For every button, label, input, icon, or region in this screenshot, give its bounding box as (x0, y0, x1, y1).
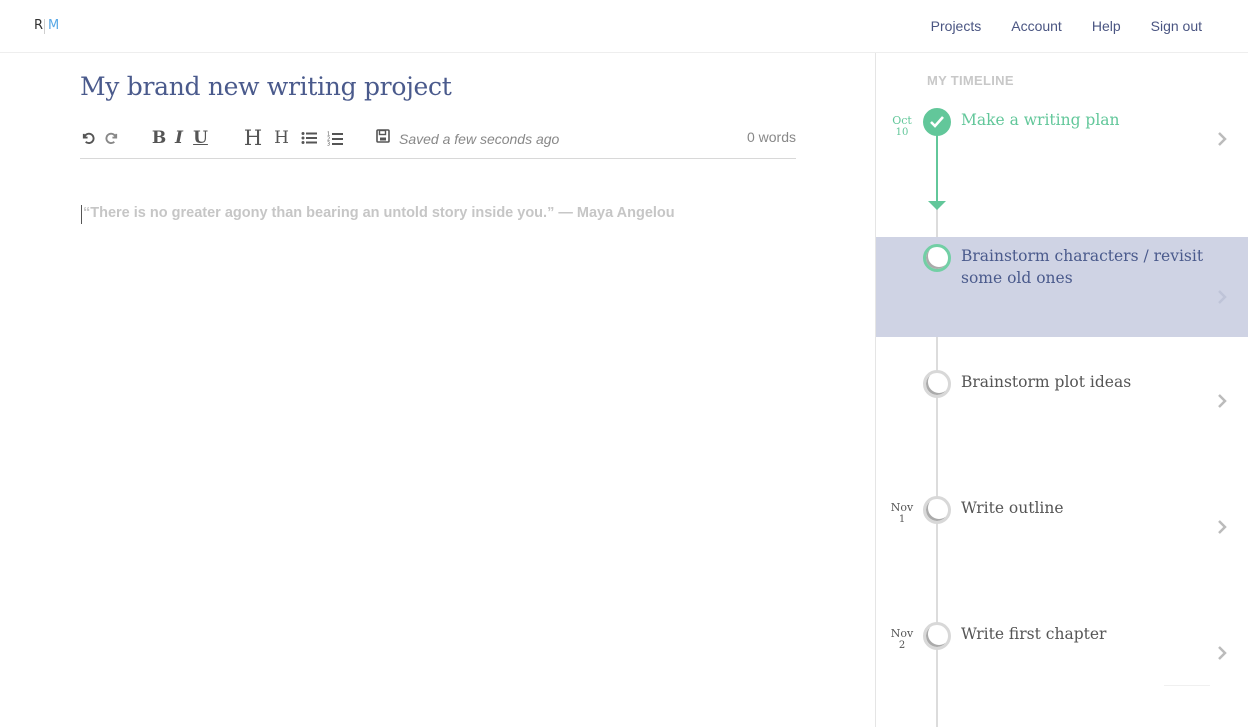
timeline-item-label: Make a writing plan (961, 111, 1120, 129)
timeline-date: Oct 10 (890, 115, 914, 139)
word-count: 0 words (746, 129, 796, 145)
progress-circle-icon (923, 244, 951, 272)
logo-divider (44, 19, 45, 34)
chevron-right-icon (1218, 646, 1227, 660)
timeline-date-month: Oct (892, 114, 912, 127)
chevron-right-icon (1218, 290, 1227, 304)
bold-button[interactable]: B (152, 127, 166, 149)
italic-button[interactable]: I (174, 127, 184, 149)
pending-circle-icon (923, 370, 951, 398)
heading-small-button[interactable]: H (274, 127, 289, 149)
logo-r: R (34, 18, 44, 33)
chevron-right-icon (1218, 132, 1227, 146)
underline-button[interactable]: U (193, 127, 208, 149)
timeline-date-day: 2 (898, 640, 906, 651)
timeline-date-day: 1 (898, 514, 906, 525)
timeline-item[interactable]: Nov 2 Write first chapter (876, 615, 1248, 715)
timeline-item-label: Brainstorm characters / revisit some old… (961, 247, 1204, 287)
top-bar: RM Projects Account Help Sign out (0, 0, 1248, 53)
timeline-item-label: Write outline (961, 499, 1064, 517)
redo-icon[interactable] (103, 127, 119, 149)
undo-icon[interactable] (80, 127, 96, 149)
save-status: Saved a few seconds ago (376, 129, 559, 148)
timeline-item-label: Write first chapter (961, 625, 1107, 643)
timeline-item-label: Brainstorm plot ideas (961, 373, 1132, 391)
nav-sign-out[interactable]: Sign out (1151, 18, 1202, 34)
timeline-item[interactable]: Brainstorm plot ideas (876, 363, 1248, 463)
pending-circle-icon (923, 496, 951, 524)
heading-large-button[interactable]: H (243, 127, 263, 149)
writing-area[interactable]: “There is no greater agony than bearing … (80, 204, 796, 684)
save-icon[interactable] (376, 129, 390, 148)
timeline-item[interactable]: Oct 10 Make a writing plan (876, 103, 1248, 203)
project-title[interactable]: My brand new writing project (80, 72, 452, 101)
timeline-heading: MY TIMELINE (927, 73, 1014, 88)
checkmark-icon (923, 108, 951, 136)
divider (1164, 685, 1210, 686)
logo[interactable]: RM (34, 18, 60, 34)
timeline-panel: MY TIMELINE Oct 10 Make a writing plan B… (875, 53, 1248, 727)
logo-m: M (48, 18, 60, 33)
bullet-list-icon[interactable] (300, 127, 317, 149)
timeline-item[interactable]: Nov 1 Write outline (876, 489, 1248, 589)
nav-account[interactable]: Account (1011, 18, 1062, 34)
timeline-date-month: Nov (890, 501, 914, 514)
save-status-text: Saved a few seconds ago (399, 130, 560, 147)
timeline-date: Nov 2 (890, 628, 914, 652)
text-caret (81, 205, 82, 224)
timeline-item-active[interactable]: Brainstorm characters / revisit some old… (876, 237, 1248, 337)
timeline-date: Nov 1 (890, 502, 914, 526)
nav-projects[interactable]: Projects (931, 18, 982, 34)
timeline-date-day: 10 (895, 127, 909, 138)
numbered-list-icon[interactable]: 123 (326, 127, 343, 149)
pending-circle-icon (923, 622, 951, 650)
nav-help[interactable]: Help (1092, 18, 1121, 34)
timeline-date-month: Nov (890, 627, 914, 640)
svg-text:3: 3 (327, 141, 330, 146)
main-nav: Projects Account Help Sign out (931, 18, 1202, 34)
chevron-right-icon (1218, 520, 1227, 534)
chevron-right-icon (1218, 394, 1227, 408)
editor-toolbar: B I U H H 123 Saved a few seconds ago 0 … (80, 127, 796, 159)
editor-placeholder: “There is no greater agony than bearing … (83, 205, 675, 221)
